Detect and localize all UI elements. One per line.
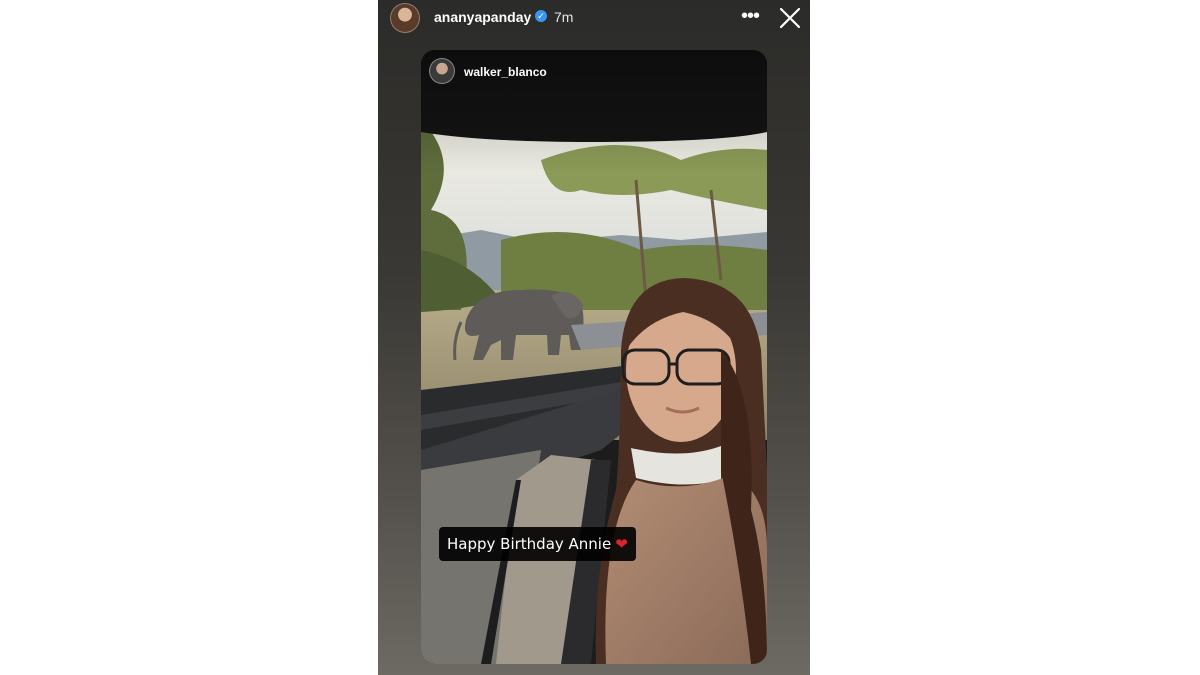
story-header: ananyapanday ✓ 7m •••: [378, 0, 810, 36]
verified-badge-icon: ✓: [535, 10, 547, 22]
shared-post-avatar[interactable]: [429, 58, 455, 84]
caption-text: Happy Birthday Annie: [447, 535, 612, 553]
close-icon[interactable]: [778, 6, 802, 30]
more-options-icon[interactable]: •••: [738, 2, 762, 32]
shared-post-username[interactable]: walker_blanco: [464, 65, 547, 79]
heart-icon: ❤: [615, 535, 628, 553]
post-photo: [421, 50, 767, 664]
caption-sticker: Happy Birthday Annie ❤: [439, 527, 636, 561]
profile-avatar[interactable]: [390, 3, 420, 33]
shared-post-card[interactable]: walker_blanco Happy Birthday Annie ❤: [421, 50, 767, 664]
story-timestamp: 7m: [554, 9, 574, 25]
story-username[interactable]: ananyapanday: [434, 9, 531, 25]
